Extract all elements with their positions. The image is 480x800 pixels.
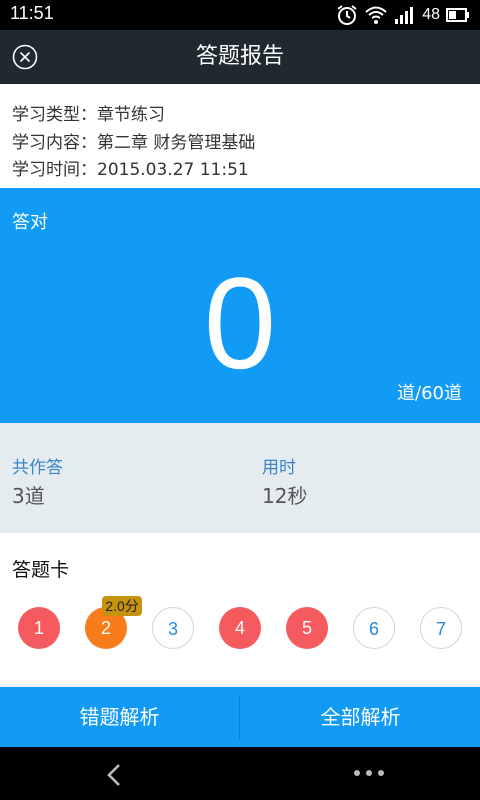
status-icons: 48 [336,4,470,26]
all-analysis-button[interactable]: 全部解析 [241,687,480,747]
answered-label: 共作答 [12,458,63,478]
battery-icon [446,8,469,22]
answer-circle-3[interactable]: 3 [152,607,194,649]
total-count: 道/60道 [397,383,462,404]
battery-level: 48 [422,6,440,23]
wrong-analysis-button[interactable]: 错题解析 [0,687,239,747]
score-panel: 答对 0 道/60道 [0,188,480,423]
bottom-actions: 错题解析 全部解析 [0,687,480,747]
answer-card-list: 1 2 3 4 5 6 7 [0,607,480,651]
status-bar: 11:51 48 [0,0,480,30]
signal-icon [395,7,414,24]
time-label: 用时 [262,458,296,478]
study-info: 学习类型：章节练习 学习内容：第二章 财务管理基础 学习时间：2015.03.2… [0,84,480,188]
score-tooltip: 2.0分 [102,596,142,616]
answer-circle-7[interactable]: 7 [420,607,462,649]
wifi-icon [365,6,387,24]
answer-circle-1[interactable]: 1 [18,607,60,649]
study-type: 学习类型：章节练习 [12,105,165,125]
back-arrow-icon[interactable] [103,763,127,787]
answer-circle-6[interactable]: 6 [353,607,395,649]
answered-value: 3道 [12,484,45,508]
page-title: 答题报告 [195,44,284,69]
study-time: 学习时间：2015.03.27 11:51 [12,160,249,180]
more-dots-icon[interactable] [352,765,386,781]
answer-circle-5[interactable]: 5 [286,607,328,649]
stats-panel: 共作答 3道 用时 12秒 [0,423,480,533]
time-value: 12秒 [262,484,308,508]
status-time: 11:51 [10,3,54,23]
answer-card-title: 答题卡 [12,559,70,581]
answered-stat: 共作答 3道 [12,453,63,509]
app-bar: 答题报告 [0,30,480,84]
study-content: 学习内容：第二章 财务管理基础 [12,133,256,153]
time-stat: 用时 12秒 [262,453,307,509]
answer-circle-4[interactable]: 4 [219,607,261,649]
system-nav-bar [0,747,480,800]
correct-label: 答对 [12,212,48,233]
action-divider [239,695,240,739]
correct-count: 0 [203,250,277,396]
alarm-clock-icon [337,5,357,25]
